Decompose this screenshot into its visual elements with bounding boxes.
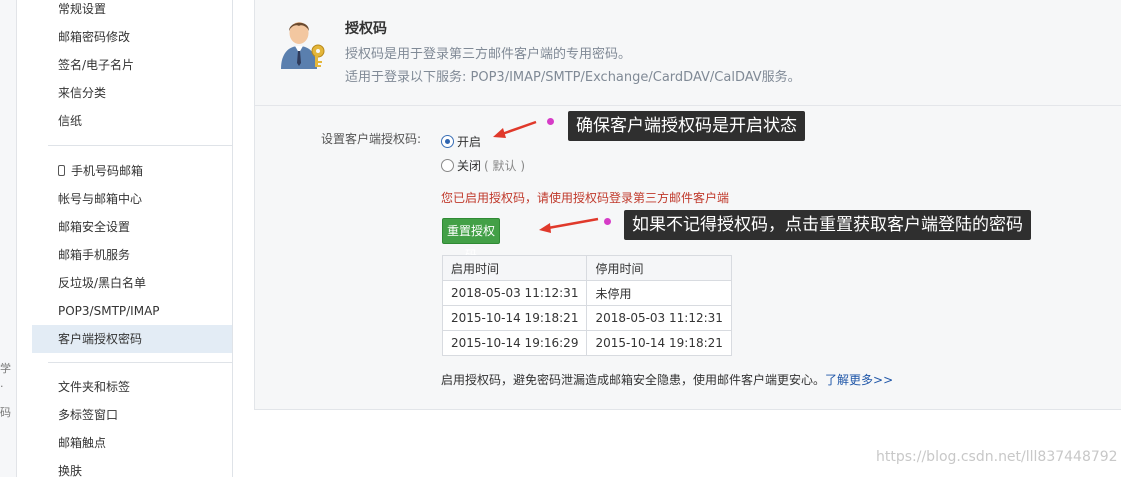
sidebar-item-multi-tab[interactable]: 多标签窗口 [32,401,232,429]
annotation-dot [547,118,554,125]
radio-selected-icon[interactable] [441,135,454,148]
auth-code-setting-label: 设置客户端授权码: [321,132,422,146]
sidebar-item-account-center[interactable]: 帐号与邮箱中心 [32,185,232,213]
services-description: 适用于登录以下服务: POP3/IMAP/SMTP/Exchange/CardD… [345,70,801,85]
column-header-enabled: 启用时间 [441,255,588,281]
annotation-arrow-icon [493,120,537,138]
table-header-row: 启用时间 停用时间 [441,255,732,281]
page-title: 授权码 [345,21,387,37]
disabled-time-cell: 2018-05-03 11:12:31 [586,305,732,331]
radio-unselected-icon[interactable] [441,159,454,172]
annotation-arrow-icon [539,217,599,233]
status-message: 您已启用授权码，请使用授权码登录第三方邮件客户端 [441,191,730,205]
sidebar-item-folders-tags[interactable]: 文件夹和标签 [32,373,232,401]
enabled-time-cell: 2018-05-03 11:12:31 [441,280,588,306]
settings-sidebar: 常规设置 邮箱密码修改 签名/电子名片 来信分类 信纸 手机号码邮箱 帐号与邮箱… [32,0,233,478]
sidebar-divider [48,145,232,146]
page-description: 授权码是用于登录第三方邮件客户端的专用密码。 [345,47,632,62]
sidebar-item-contact-points[interactable]: 邮箱触点 [32,429,232,457]
sidebar-item-password-change[interactable]: 邮箱密码修改 [32,23,232,51]
column-header-disabled: 停用时间 [586,255,732,281]
radio-option-off-label: 关闭 [457,159,482,173]
auth-code-panel: 授权码 授权码是用于登录第三方邮件客户端的专用密码。 适用于登录以下服务: PO… [254,0,1121,410]
radio-option-on[interactable]: 开启 [441,133,481,150]
table-row: 2015-10-14 19:16:29 2015-10-14 19:18:21 [441,330,732,356]
sidebar-item-phone-mailbox[interactable]: 手机号码邮箱 [32,157,232,185]
sidebar-item-antispam[interactable]: 反垃圾/黑白名单 [32,269,232,297]
sidebar-divider [48,362,232,363]
phone-icon [58,165,65,176]
reset-auth-code-button[interactable]: 重置授权码 [442,218,500,262]
sidebar-item-label: 手机号码邮箱 [71,164,144,178]
sidebar-item-skin[interactable]: 换肤 [32,457,232,485]
disabled-time-cell: 未停用 [586,280,732,306]
edge-fragment: 码 [0,406,11,419]
left-edge-strip: 学 · 码 [0,0,17,477]
user-key-icon [281,22,325,69]
sidebar-item-mobile-service[interactable]: 邮箱手机服务 [32,241,232,269]
footer-text: 启用授权码，避免密码泄漏造成邮箱安全隐患，使用邮件客户端更安心。 [441,373,826,387]
radio-option-off[interactable]: 关闭 ( 默认 ) [441,157,525,174]
sidebar-item-security[interactable]: 邮箱安全设置 [32,213,232,241]
auth-code-history-table: 启用时间 停用时间 2018-05-03 11:12:31 未停用 2015-1… [441,255,732,356]
disabled-time-cell: 2015-10-14 19:18:21 [586,330,732,356]
enabled-time-cell: 2015-10-14 19:18:21 [441,305,588,331]
annotation-callout-enable: 确保客户端授权码是开启状态 [568,111,805,141]
table-row: 2018-05-03 11:12:31 未停用 [441,280,732,306]
table-row: 2015-10-14 19:18:21 2018-05-03 11:12:31 [441,305,732,331]
sidebar-item-pop3-smtp-imap[interactable]: POP3/SMTP/IMAP [32,297,232,325]
sidebar-item-general[interactable]: 常规设置 [32,0,232,23]
learn-more-link[interactable]: 了解更多>> [825,373,893,387]
radio-option-on-label: 开启 [457,135,482,149]
sidebar-item-signature[interactable]: 签名/电子名片 [32,51,232,79]
sidebar-item-client-auth-code[interactable]: 客户端授权密码 [32,325,232,353]
edge-fragment: · [0,380,4,393]
panel-header: 授权码 授权码是用于登录第三方邮件客户端的专用密码。 适用于登录以下服务: PO… [255,0,1121,106]
annotation-dot [604,218,611,225]
footer-note: 启用授权码，避免密码泄漏造成邮箱安全隐患，使用邮件客户端更安心。了解更多>> [441,371,893,388]
edge-fragment: 学 [0,362,11,375]
watermark: https://blog.csdn.net/lll837448792 [876,449,1118,465]
sidebar-item-stationery[interactable]: 信纸 [32,107,232,135]
default-note: ( 默认 ) [484,159,526,173]
annotation-callout-reset: 如果不记得授权码，点击重置获取客户端登陆的密码 [624,210,1031,240]
enabled-time-cell: 2015-10-14 19:16:29 [441,330,588,356]
sidebar-item-mail-category[interactable]: 来信分类 [32,79,232,107]
